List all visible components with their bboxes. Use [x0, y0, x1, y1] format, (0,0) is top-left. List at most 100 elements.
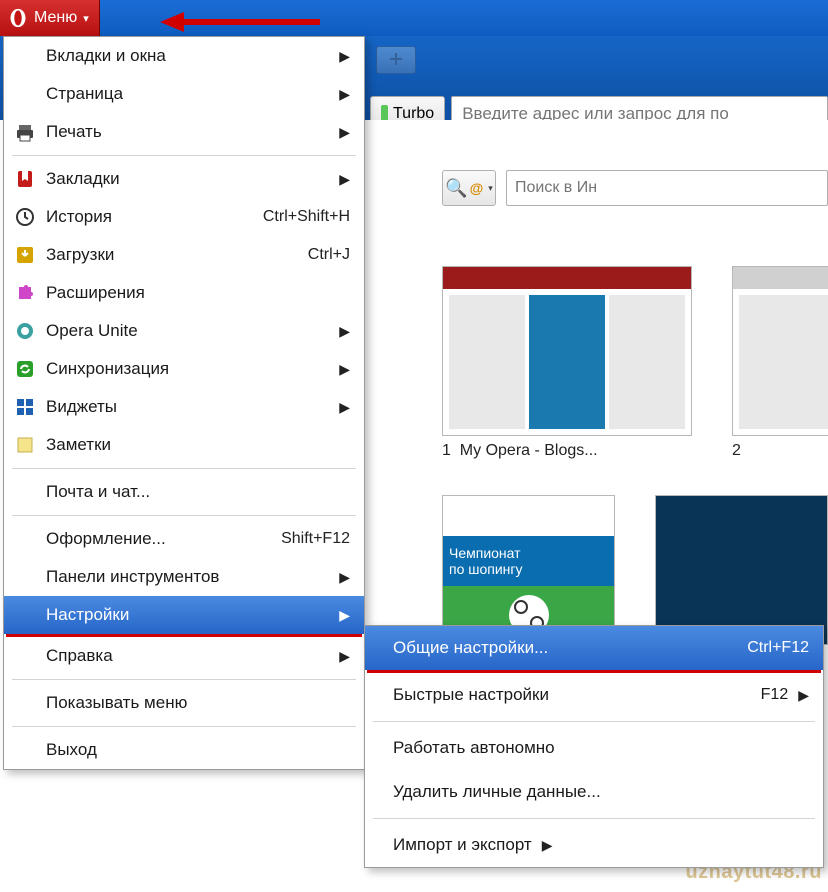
menu-item-label: Быстрые настройки: [393, 685, 549, 705]
main-menu-item[interactable]: Справка ▶: [4, 637, 364, 675]
submenu-arrow-icon: ▶: [339, 323, 350, 340]
at-icon: @: [470, 180, 484, 196]
submenu-item[interactable]: Импорт и экспорт ▶: [365, 823, 823, 867]
menu-item-label: Вкладки и окна: [46, 46, 166, 66]
speed-dial-tile[interactable]: [442, 266, 692, 436]
main-menu-item[interactable]: Оформление...Shift+F12: [4, 520, 364, 558]
menu-item-label: Показывать меню: [46, 693, 187, 713]
speed-dial-label: 1 My Opera - Blogs...: [442, 442, 692, 460]
separator: [12, 155, 356, 156]
main-menu-item[interactable]: Закладки ▶: [4, 160, 364, 198]
main-menu-item[interactable]: Заметки: [4, 426, 364, 464]
chevron-down-icon: ▾: [83, 12, 89, 25]
widget-icon: [14, 396, 36, 418]
submenu-arrow-icon: ▶: [339, 361, 350, 378]
main-menu-item[interactable]: Расширения: [4, 274, 364, 312]
main-menu-item[interactable]: Виджеты▶: [4, 388, 364, 426]
main-menu-item[interactable]: Выход: [4, 731, 364, 769]
main-menu-item[interactable]: Показывать меню: [4, 684, 364, 722]
separator: [12, 726, 356, 727]
unite-icon: [14, 320, 36, 342]
submenu-arrow-icon: ▶: [339, 48, 350, 65]
main-menu-item[interactable]: Печать ▶: [4, 113, 364, 151]
speed-dial-tile[interactable]: Чемпионат по шопингу: [442, 495, 615, 645]
menu-item-label: Страница: [46, 84, 123, 104]
main-menu-item[interactable]: Opera Unite ▶: [4, 312, 364, 350]
menu-item-label: Почта и чат...: [46, 482, 150, 502]
main-menu-item[interactable]: Страница▶: [4, 75, 364, 113]
settings-submenu: Общие настройки...Ctrl+F12Быстрые настро…: [364, 625, 824, 868]
submenu-item[interactable]: Быстрые настройки F12 ▶: [365, 673, 823, 717]
blank-icon: [14, 481, 36, 503]
blank-icon: [14, 83, 36, 105]
title-bar: Меню ▾: [0, 0, 828, 36]
main-menu-item[interactable]: Загрузки Ctrl+J: [4, 236, 364, 274]
main-menu-item[interactable]: Синхронизация ▶: [4, 350, 364, 388]
menu-shortcut: F12: [761, 686, 789, 704]
menu-item-label: Синхронизация: [46, 359, 169, 379]
magnifier-icon: 🔍: [445, 178, 467, 199]
menu-item-label: Загрузки: [46, 245, 114, 265]
submenu-arrow-icon: ▶: [798, 687, 809, 704]
note-icon: [14, 434, 36, 456]
blank-icon: [14, 604, 36, 626]
separator: [12, 515, 356, 516]
menu-item-label: Закладки: [46, 169, 120, 189]
menu-shortcut: Shift+F12: [281, 530, 350, 548]
blank-icon: [14, 739, 36, 761]
main-menu: Вкладки и окна▶Страница▶Печать▶Закладки▶…: [3, 36, 365, 770]
blank-icon: [14, 45, 36, 67]
clock-icon: [14, 206, 36, 228]
sync-icon: [14, 358, 36, 380]
submenu-arrow-icon: ▶: [339, 171, 350, 188]
menu-item-label: Виджеты: [46, 397, 117, 417]
search-engine-button[interactable]: 🔍 @ ▾: [442, 170, 496, 206]
main-menu-item[interactable]: Панели инструментов ▶: [4, 558, 364, 596]
menu-shortcut: Ctrl+J: [308, 246, 350, 264]
submenu-arrow-icon: ▶: [339, 607, 350, 624]
printer-icon: [14, 121, 36, 143]
submenu-arrow-icon: ▶: [339, 124, 350, 141]
opera-logo-icon: [8, 8, 28, 28]
menu-button-label: Меню: [34, 9, 77, 27]
menu-item-label: Заметки: [46, 435, 111, 455]
bookmark-icon: [14, 168, 36, 190]
main-menu-item[interactable]: Настройки ▶: [4, 596, 364, 634]
speed-dial-tile[interactable]: [655, 495, 828, 645]
menu-item-label: Opera Unite: [46, 321, 138, 341]
puzzle-icon: [14, 282, 36, 304]
submenu-item[interactable]: Удалить личные данные...: [365, 770, 823, 814]
main-menu-item[interactable]: История Ctrl+Shift+H: [4, 198, 364, 236]
submenu-item[interactable]: Общие настройки...Ctrl+F12: [365, 626, 823, 670]
menu-item-label: Импорт и экспорт: [393, 835, 532, 855]
menu-item-label: Справка: [46, 646, 113, 666]
menu-item-label: Расширения: [46, 283, 145, 303]
separator: [12, 468, 356, 469]
menu-item-label: Выход: [46, 740, 97, 760]
speed-dial-tile[interactable]: [732, 266, 828, 436]
menu-item-label: История: [46, 207, 112, 227]
dropdown-icon: ▾: [488, 183, 493, 194]
submenu-arrow-icon: ▶: [339, 648, 350, 665]
submenu-arrow-icon: ▶: [339, 569, 350, 586]
menu-item-label: Настройки: [46, 605, 129, 625]
main-menu-item[interactable]: Почта и чат...: [4, 473, 364, 511]
menu-item-label: Работать автономно: [393, 738, 555, 758]
submenu-arrow-icon: ▶: [542, 837, 553, 854]
speed-dial-label: 2: [732, 442, 828, 460]
menu-item-label: Панели инструментов: [46, 567, 219, 587]
download-icon: [14, 244, 36, 266]
blank-icon: [14, 692, 36, 714]
menu-item-label: Общие настройки...: [393, 638, 548, 658]
submenu-item[interactable]: Работать автономно: [365, 726, 823, 770]
new-tab-button[interactable]: [376, 46, 416, 74]
separator: [12, 679, 356, 680]
menu-item-label: Печать: [46, 122, 102, 142]
main-menu-item[interactable]: Вкладки и окна ▶: [4, 37, 364, 75]
menu-button[interactable]: Меню ▾: [0, 0, 100, 36]
blank-icon: [14, 528, 36, 550]
menu-item-label: Удалить личные данные...: [393, 782, 601, 802]
search-input[interactable]: [506, 170, 828, 206]
menu-shortcut: Ctrl+Shift+H: [263, 208, 350, 226]
separator: [373, 721, 815, 722]
